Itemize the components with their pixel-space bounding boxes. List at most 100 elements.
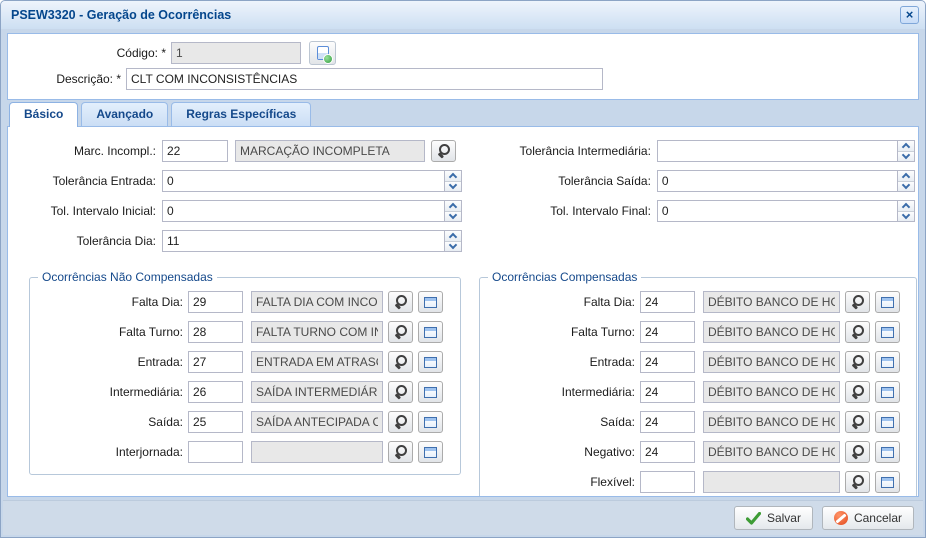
tolerancia-entrada-spinfield <box>162 170 462 192</box>
search-button[interactable] <box>388 291 413 313</box>
field-label: Falta Turno: <box>488 325 640 339</box>
tab-basico[interactable]: Básico <box>9 102 78 127</box>
open-window-button[interactable] <box>875 411 900 433</box>
search-button[interactable] <box>845 471 870 493</box>
tol-intervalo-final-spinfield <box>657 200 915 222</box>
search-button[interactable] <box>388 381 413 403</box>
field-label: Falta Turno: <box>38 325 188 339</box>
search-button[interactable] <box>845 351 870 373</box>
open-window-button[interactable] <box>875 351 900 373</box>
tol-intervalo-final-label: Tol. Intervalo Final: <box>475 204 657 218</box>
occurrence-code-input[interactable] <box>640 351 695 373</box>
field-label: Entrada: <box>488 355 640 369</box>
spinner-down-icon[interactable] <box>445 242 461 252</box>
tolerancia-dia-row: Tolerância Dia: <box>8 226 475 256</box>
window-title: PSEW3320 - Geração de Ocorrências <box>11 8 231 22</box>
occurrence-code-input[interactable] <box>640 411 695 433</box>
spinner-down-icon[interactable] <box>898 152 914 162</box>
occurrence-fieldsets: Ocorrências Não Compensadas Falta Dia: F… <box>8 270 918 497</box>
occurrence-code-input[interactable] <box>188 351 243 373</box>
tol-intervalo-inicial-input[interactable] <box>163 201 444 221</box>
field-label: Falta Dia: <box>488 295 640 309</box>
tab-avancado[interactable]: Avançado <box>81 102 168 126</box>
open-window-button[interactable] <box>875 441 900 463</box>
falta-turno-row: Falta Turno: <box>38 317 452 347</box>
tab-strip: Básico Avançado Regras Específicas <box>1 102 925 126</box>
occurrence-code-input[interactable] <box>640 291 695 313</box>
tolerancia-dia-input[interactable] <box>163 231 444 251</box>
close-icon[interactable]: × <box>900 6 919 24</box>
magnifier-icon <box>851 475 865 489</box>
occurrence-code-input[interactable] <box>640 381 695 403</box>
window-icon <box>881 327 894 338</box>
open-window-button[interactable] <box>418 321 443 343</box>
save-button-label: Salvar <box>767 511 801 525</box>
magnifier-icon <box>437 144 451 158</box>
open-window-button[interactable] <box>875 471 900 493</box>
occurrence-code-input[interactable] <box>188 381 243 403</box>
cancel-icon <box>834 511 848 525</box>
search-button[interactable] <box>845 321 870 343</box>
search-button[interactable] <box>431 140 456 162</box>
open-window-button[interactable] <box>418 291 443 313</box>
occurrence-code-input[interactable] <box>640 321 695 343</box>
new-record-button[interactable] <box>309 41 336 65</box>
tol-intervalo-inicial-row: Tol. Intervalo Inicial: <box>8 196 475 226</box>
spinner-down-icon[interactable] <box>898 212 914 222</box>
descricao-field[interactable] <box>126 68 603 90</box>
open-window-button[interactable] <box>875 291 900 313</box>
check-icon <box>746 512 761 525</box>
tolerancia-saida-input[interactable] <box>658 171 897 191</box>
tol-intervalo-final-input[interactable] <box>658 201 897 221</box>
search-button[interactable] <box>845 411 870 433</box>
search-button[interactable] <box>388 441 413 463</box>
occurrence-code-input[interactable] <box>188 321 243 343</box>
open-window-button[interactable] <box>418 441 443 463</box>
search-button[interactable] <box>845 291 870 313</box>
spinner-down-icon[interactable] <box>445 182 461 192</box>
open-window-button[interactable] <box>418 411 443 433</box>
marc-incompl-code-input[interactable] <box>162 140 228 162</box>
spinner-down-icon[interactable] <box>445 212 461 222</box>
open-window-button[interactable] <box>418 381 443 403</box>
occurrence-desc-field <box>703 471 840 493</box>
save-button[interactable]: Salvar <box>734 506 813 530</box>
tab-regras-especificas[interactable]: Regras Específicas <box>171 102 311 126</box>
field-label: Entrada: <box>38 355 188 369</box>
cancel-button-label: Cancelar <box>854 511 902 525</box>
spinner <box>897 141 914 161</box>
codigo-row: Código: * <box>8 40 918 66</box>
magnifier-icon <box>851 325 865 339</box>
magnifier-icon <box>394 385 408 399</box>
open-window-button[interactable] <box>875 381 900 403</box>
search-button[interactable] <box>845 441 870 463</box>
falta-dia-row: Falta Dia: <box>38 287 452 317</box>
search-button[interactable] <box>845 381 870 403</box>
tolerancia-intermediaria-row: Tolerância Intermediária: <box>475 136 918 166</box>
codigo-label: Código: * <box>8 46 171 60</box>
cancel-button[interactable]: Cancelar <box>822 506 914 530</box>
fieldset-compensadas: Ocorrências Compensadas Falta Dia: Falta… <box>479 270 917 497</box>
open-window-button[interactable] <box>875 321 900 343</box>
marc-incompl-desc-field <box>235 140 425 162</box>
magnifier-icon <box>851 445 865 459</box>
occurrence-code-input[interactable] <box>188 411 243 433</box>
search-button[interactable] <box>388 321 413 343</box>
occurrence-code-input[interactable] <box>188 441 243 463</box>
window-icon <box>881 477 894 488</box>
magnifier-icon <box>394 445 408 459</box>
occurrence-desc-field <box>703 351 840 373</box>
window-icon <box>424 327 437 338</box>
occurrence-code-input[interactable] <box>188 291 243 313</box>
tolerancia-entrada-input[interactable] <box>163 171 444 191</box>
occurrence-code-input[interactable] <box>640 471 695 493</box>
search-button[interactable] <box>388 351 413 373</box>
open-window-button[interactable] <box>418 351 443 373</box>
field-label: Flexível: <box>488 475 640 489</box>
search-button[interactable] <box>388 411 413 433</box>
spinner-down-icon[interactable] <box>898 182 914 192</box>
occurrence-code-input[interactable] <box>640 441 695 463</box>
falta-turno-row: Falta Turno: <box>488 317 908 347</box>
descricao-row: Descrição: * <box>8 66 918 92</box>
tolerancia-intermediaria-input[interactable] <box>658 141 897 161</box>
